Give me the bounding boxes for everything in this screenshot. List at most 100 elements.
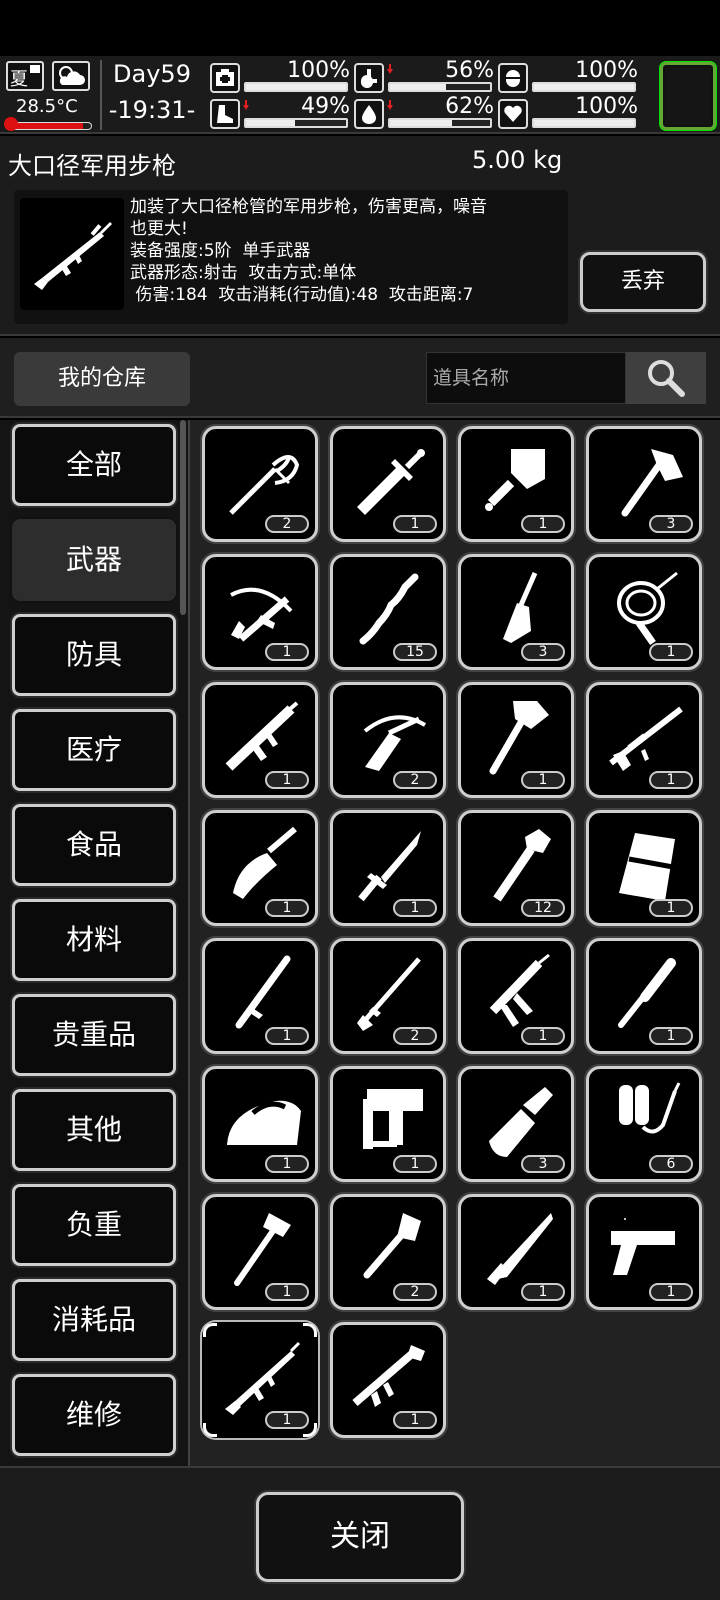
item-count: 2 [265,515,309,533]
my-storage-tab[interactable]: 我的仓库 [14,352,190,406]
equipment-slot[interactable] [660,62,716,130]
pill-icon [498,63,528,93]
item-info-panel: 大口径军用步枪 5.00 kg 加装了大口径枪管的军用步枪，伤害更高，噪音 也更… [0,136,720,336]
category-tab[interactable]: 武器 [12,519,176,601]
chisel-icon [503,571,538,643]
inventory-slot[interactable]: 1 [330,810,446,926]
close-button[interactable]: 关闭 [256,1492,464,1582]
inventory-slot[interactable]: 1 [586,682,702,798]
description-line: 加装了大口径枪管的军用步枪，伤害更高，噪音 [130,197,487,217]
category-tab[interactable]: 消耗品 [12,1279,176,1361]
inventory-slot[interactable]: 3 [586,426,702,542]
inventory-slot[interactable]: 1 [202,810,318,926]
inventory-slot[interactable]: 1 [458,682,574,798]
sidebar-scrollbar[interactable] [180,420,186,615]
stat-bar-fill [534,120,634,126]
axe-icon [489,701,549,775]
inventory-slot[interactable]: 3 [458,554,574,670]
inventory-slot[interactable]: 1 [458,938,574,1054]
season-indicator: 夏 [6,61,44,91]
arrow-down-icon [243,100,249,110]
footer: 关闭 [0,1466,720,1600]
selection-corner [303,1323,317,1337]
item-count: 3 [521,643,565,661]
inventory-slot[interactable]: 1 [586,938,702,1054]
inventory-slot[interactable]: 1 [586,554,702,670]
cleaver-icon [485,449,545,511]
category-tab[interactable]: 防具 [12,614,176,696]
inventory-slot[interactable]: 1 [202,1322,318,1438]
stat-bar [388,118,492,128]
season-label: 夏 [10,69,28,90]
inventory-slot[interactable]: 1 [202,1066,318,1182]
category-tab[interactable]: 食品 [12,804,176,886]
partly-cloudy-icon [52,61,90,91]
stat-bar-fill [246,84,346,90]
inventory-slot[interactable]: 1 [202,938,318,1054]
stat-health: 100% [210,60,350,94]
stat-medicine: 100% [498,60,638,94]
medkit-icon [210,63,240,93]
item-count: 1 [521,1027,565,1045]
item-count: 1 [393,1155,437,1173]
item-count: 1 [521,771,565,789]
status-bar: 夏 28.5°C Day59 -19:31- 100% 56% 100% 49% 62%… [0,56,720,134]
discard-button[interactable]: 丢弃 [580,252,706,312]
category-tab[interactable]: 负重 [12,1184,176,1266]
spear-icon [357,957,421,1031]
inventory-slot[interactable]: 1 [202,682,318,798]
pipe-cutter-icon [489,1087,553,1157]
inventory-slot[interactable]: 6 [586,1066,702,1182]
item-count: 3 [521,1155,565,1173]
stat-stamina: 49% [210,96,350,130]
inventory-slot[interactable]: 1 [330,1322,446,1438]
category-tab[interactable]: 全部 [12,424,176,506]
pipe-wrench-icon [493,829,551,902]
description-line: 伤害:184 攻击消耗(行动值):48 攻击距离:7 [130,285,474,305]
description-line: 装备强度:5阶 单手武器 [130,241,311,261]
stat-bar [388,82,492,92]
inventory-slot[interactable]: 1 [458,426,574,542]
inventory-slot[interactable]: 1 [330,1066,446,1182]
storage-header: 我的仓库 道具名称 [0,338,720,418]
inventory-slot[interactable]: 15 [330,554,446,670]
stat-bar [532,118,636,128]
inventory-slot[interactable]: 2 [330,1194,446,1310]
category-tab[interactable]: 医疗 [12,709,176,791]
search-button[interactable] [626,352,706,404]
item-count: 1 [649,771,693,789]
item-count: 1 [393,899,437,917]
inventory-slot[interactable]: 2 [330,682,446,798]
inventory-slot[interactable]: 1 [458,1194,574,1310]
inventory-slot[interactable]: 2 [202,426,318,542]
stat-value: 100% [575,58,638,83]
category-tab[interactable]: 材料 [12,899,176,981]
stat-value: 49% [301,94,350,119]
item-count: 1 [393,515,437,533]
caulking-gun-icon [489,953,550,1027]
item-grid: 2 1 1 3 1 15 3 1 1 2 1 1 1 1 12 1 1 2 1 1 1 1 3 6 1 2 1 1 1 1 [190,420,720,1466]
search-input[interactable]: 道具名称 [426,352,626,404]
inventory-slot[interactable]: 1 [202,554,318,670]
inventory-slot[interactable]: 2 [330,938,446,1054]
item-count: 1 [521,515,565,533]
inventory-slot[interactable]: 1 [330,426,446,542]
boot-icon [210,99,240,129]
inventory-slot[interactable]: 1 [586,810,702,926]
inventory-slot[interactable]: 1 [202,1194,318,1310]
stat-value: 62% [445,94,494,119]
category-sidebar[interactable]: 全部武器防具医疗食品材料贵重品其他负重消耗品维修 [0,420,188,1466]
category-tab[interactable]: 贵重品 [12,994,176,1076]
inventory-slot[interactable]: 12 [458,810,574,926]
temperature-fill [7,123,83,129]
arrow-down-icon [387,64,393,74]
stat-bar-fill [534,84,634,90]
item-count: 1 [649,1027,693,1045]
dagger-icon [358,831,421,902]
category-tab[interactable]: 其他 [12,1089,176,1171]
inventory-slot[interactable]: 3 [458,1066,574,1182]
category-tab[interactable]: 维修 [12,1374,176,1456]
item-count: 2 [393,771,437,789]
temperature-bar [6,122,92,130]
inventory-slot[interactable]: 1 [586,1194,702,1310]
